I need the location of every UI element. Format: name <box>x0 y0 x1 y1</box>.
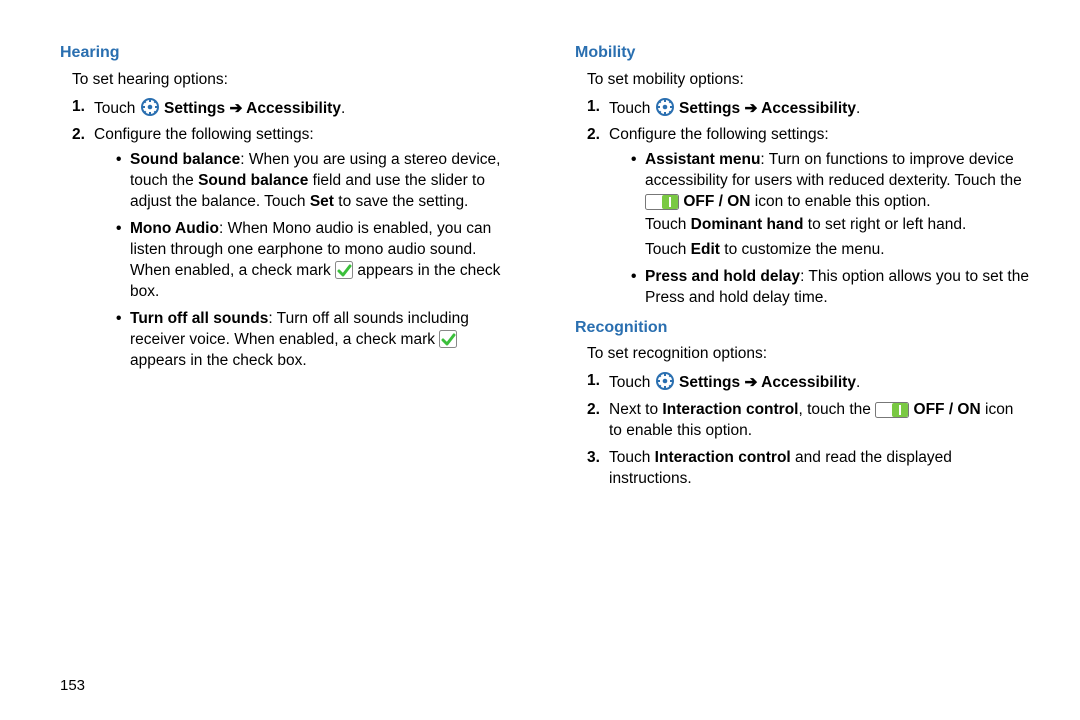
settings-path: Settings ➔ Accessibility <box>164 100 341 117</box>
step-number: 1. <box>72 97 85 118</box>
assistant-menu-item: Assistant menu: Turn on functions to imp… <box>631 150 1030 261</box>
gear-icon <box>655 97 675 117</box>
recognition-step-3: 3. Touch Interaction control and read th… <box>587 448 1030 490</box>
recognition-step-2: 2. Next to Interaction control, touch th… <box>587 400 1030 442</box>
hearing-heading: Hearing <box>60 42 515 64</box>
configure-label: Configure the following settings: <box>609 126 829 143</box>
mobility-steps: 1. Touch Settings ➔ Accessibility. 2. Co… <box>587 97 1030 309</box>
mobility-bullets: Assistant menu: Turn on functions to imp… <box>631 150 1030 308</box>
mobility-step-1: 1. Touch Settings ➔ Accessibility. <box>587 97 1030 120</box>
hearing-step-2: 2. Configure the following settings: Sou… <box>72 125 515 371</box>
settings-path: Settings ➔ Accessibility <box>679 100 856 117</box>
toggle-icon <box>645 194 679 210</box>
step-number: 1. <box>587 371 600 392</box>
right-column: Mobility To set mobility options: 1. Tou… <box>575 40 1030 496</box>
press-hold-item: Press and hold delay: This option allows… <box>631 267 1030 309</box>
mono-audio-label: Mono Audio <box>130 220 219 237</box>
mobility-step-2: 2. Configure the following settings: Ass… <box>587 125 1030 308</box>
toggle-icon <box>875 402 909 418</box>
page-columns: Hearing To set hearing options: 1. Touch… <box>60 40 1030 496</box>
settings-path: Settings ➔ Accessibility <box>679 374 856 391</box>
dominant-hand-note: Touch Dominant hand to set right or left… <box>645 215 1030 236</box>
left-column: Hearing To set hearing options: 1. Touch… <box>60 40 515 496</box>
mobility-heading: Mobility <box>575 42 1030 64</box>
assistant-menu-label: Assistant menu <box>645 151 760 168</box>
touch-label: Touch <box>94 100 135 117</box>
edit-note: Touch Edit to customize the menu. <box>645 240 1030 261</box>
step-number: 2. <box>587 400 600 421</box>
recognition-intro: To set recognition options: <box>587 344 1030 365</box>
sound-balance-item: Sound balance: When you are using a ster… <box>116 150 515 213</box>
hearing-step-1: 1. Touch Settings ➔ Accessibility. <box>72 97 515 120</box>
recognition-steps: 1. Touch Settings ➔ Accessibility. 2. Ne… <box>587 371 1030 490</box>
press-hold-label: Press and hold delay <box>645 268 800 285</box>
page-number: 153 <box>60 676 85 696</box>
recognition-heading: Recognition <box>575 317 1030 339</box>
step-number: 2. <box>587 125 600 146</box>
turn-off-sounds-label: Turn off all sounds <box>130 310 268 327</box>
mono-audio-item: Mono Audio: When Mono audio is enabled, … <box>116 219 515 303</box>
recognition-step-1: 1. Touch Settings ➔ Accessibility. <box>587 371 1030 394</box>
checkmark-icon <box>335 261 353 279</box>
configure-label: Configure the following settings: <box>94 126 314 143</box>
touch-label: Touch <box>609 100 650 117</box>
hearing-steps: 1. Touch Settings ➔ Accessibility. 2. Co… <box>72 97 515 372</box>
checkmark-icon <box>439 330 457 348</box>
step-number: 1. <box>587 97 600 118</box>
turn-off-sounds-item: Turn off all sounds: Turn off all sounds… <box>116 309 515 372</box>
gear-icon <box>140 97 160 117</box>
touch-label: Touch <box>609 374 650 391</box>
step-number: 3. <box>587 448 600 469</box>
hearing-bullets: Sound balance: When you are using a ster… <box>116 150 515 371</box>
hearing-intro: To set hearing options: <box>72 70 515 91</box>
step-number: 2. <box>72 125 85 146</box>
mobility-intro: To set mobility options: <box>587 70 1030 91</box>
gear-icon <box>655 371 675 391</box>
sound-balance-label: Sound balance <box>130 151 240 168</box>
